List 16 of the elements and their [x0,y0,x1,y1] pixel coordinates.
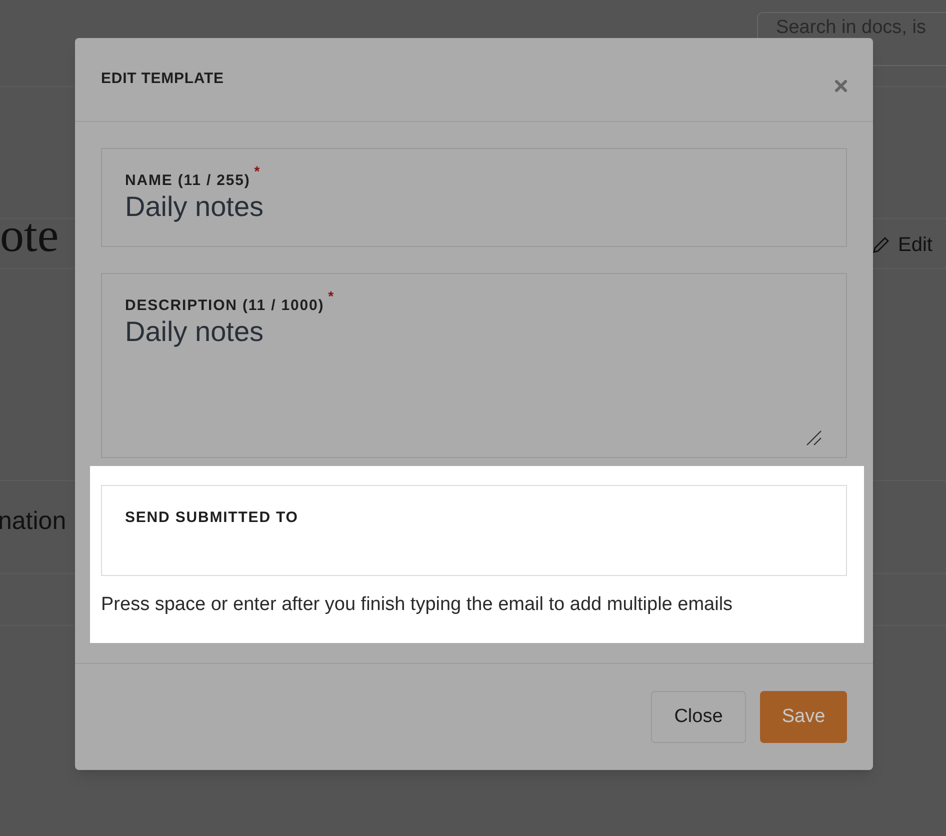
resize-handle-icon[interactable] [806,430,822,446]
name-field[interactable]: NAME (11 / 255) * Daily notes [101,148,847,247]
close-icon[interactable] [835,80,847,92]
required-mark: * [254,165,260,177]
row-text: nation [0,506,66,537]
field-label: SEND SUBMITTED TO [125,508,298,528]
help-text: Press space or enter after you finish typing the email to add multiple emails [101,593,734,617]
email-field[interactable]: SEND SUBMITTED TO [101,485,847,576]
field-label: DESCRIPTION (11 / 1000) [125,296,324,316]
pencil-icon [872,236,890,254]
required-mark: * [328,290,334,302]
field-label: NAME (11 / 255) [125,171,250,191]
description-field[interactable]: DESCRIPTION (11 / 1000) * Daily notes [101,273,847,458]
page-heading: ote [0,212,59,260]
dialog-title: EDIT TEMPLATE [101,69,224,90]
close-button[interactable]: Close [651,691,746,743]
